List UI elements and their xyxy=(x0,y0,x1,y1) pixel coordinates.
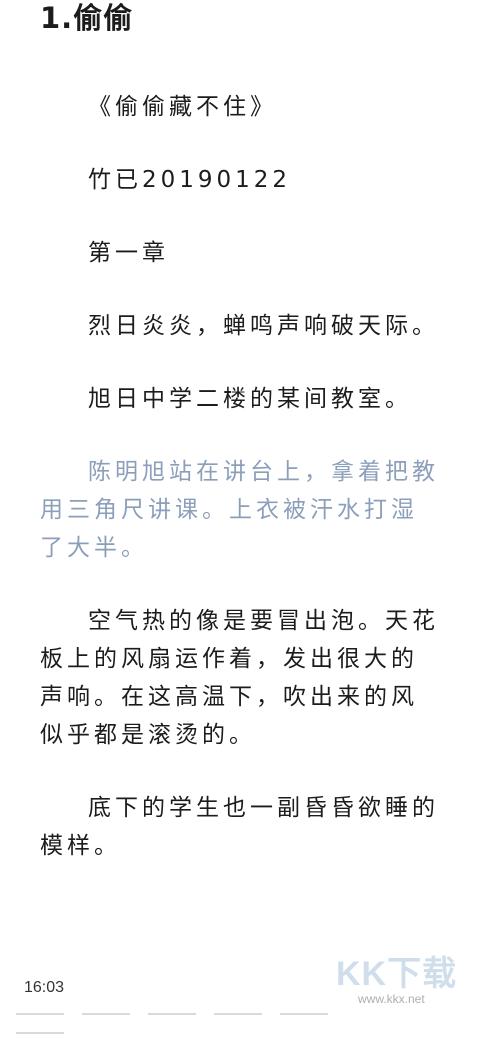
progress-segment xyxy=(214,1013,262,1015)
progress-segment xyxy=(16,1032,64,1034)
progress-segment xyxy=(82,1013,130,1015)
watermark-logo: KK下载 xyxy=(336,955,458,993)
paragraph: 空气热的像是要冒出泡。天花板上的风扇运作着，发出很大的声响。在这高温下，吹出来的… xyxy=(40,608,439,748)
chapter-title: 1.偷偷 xyxy=(40,1,134,35)
progress-segment xyxy=(16,1013,64,1015)
status-time: 16:03 xyxy=(24,979,65,996)
paragraph-highlighted[interactable]: 陈明旭站在讲台上，拿着把教用三角尺讲课。上衣被汗水打湿了大半。 xyxy=(40,453,440,567)
paragraph: 旭日中学二楼的某间教室。 xyxy=(88,386,412,412)
paragraph: 烈日炎炎，蝉鸣声响破天际。 xyxy=(88,313,439,339)
paragraph: 底下的学生也一副昏昏欲睡的模样。 xyxy=(40,795,439,859)
watermark: KK下载 www.kkx.net xyxy=(336,954,466,1010)
watermark-url: www.kkx.net xyxy=(358,992,425,1006)
reader-content[interactable]: 《偷偷藏不住》 竹已20190122 第一章 烈日炎炎，蝉鸣声响破天际。 旭日中… xyxy=(40,88,440,900)
progress-segment xyxy=(148,1013,196,1015)
paragraph-chapter-heading: 第一章 xyxy=(88,240,169,266)
progress-segment xyxy=(280,1013,328,1015)
paragraph-book-title: 《偷偷藏不住》 xyxy=(88,94,277,120)
bottom-progress-bar xyxy=(16,1000,366,1034)
paragraph-author-date: 竹已20190122 xyxy=(88,167,292,193)
